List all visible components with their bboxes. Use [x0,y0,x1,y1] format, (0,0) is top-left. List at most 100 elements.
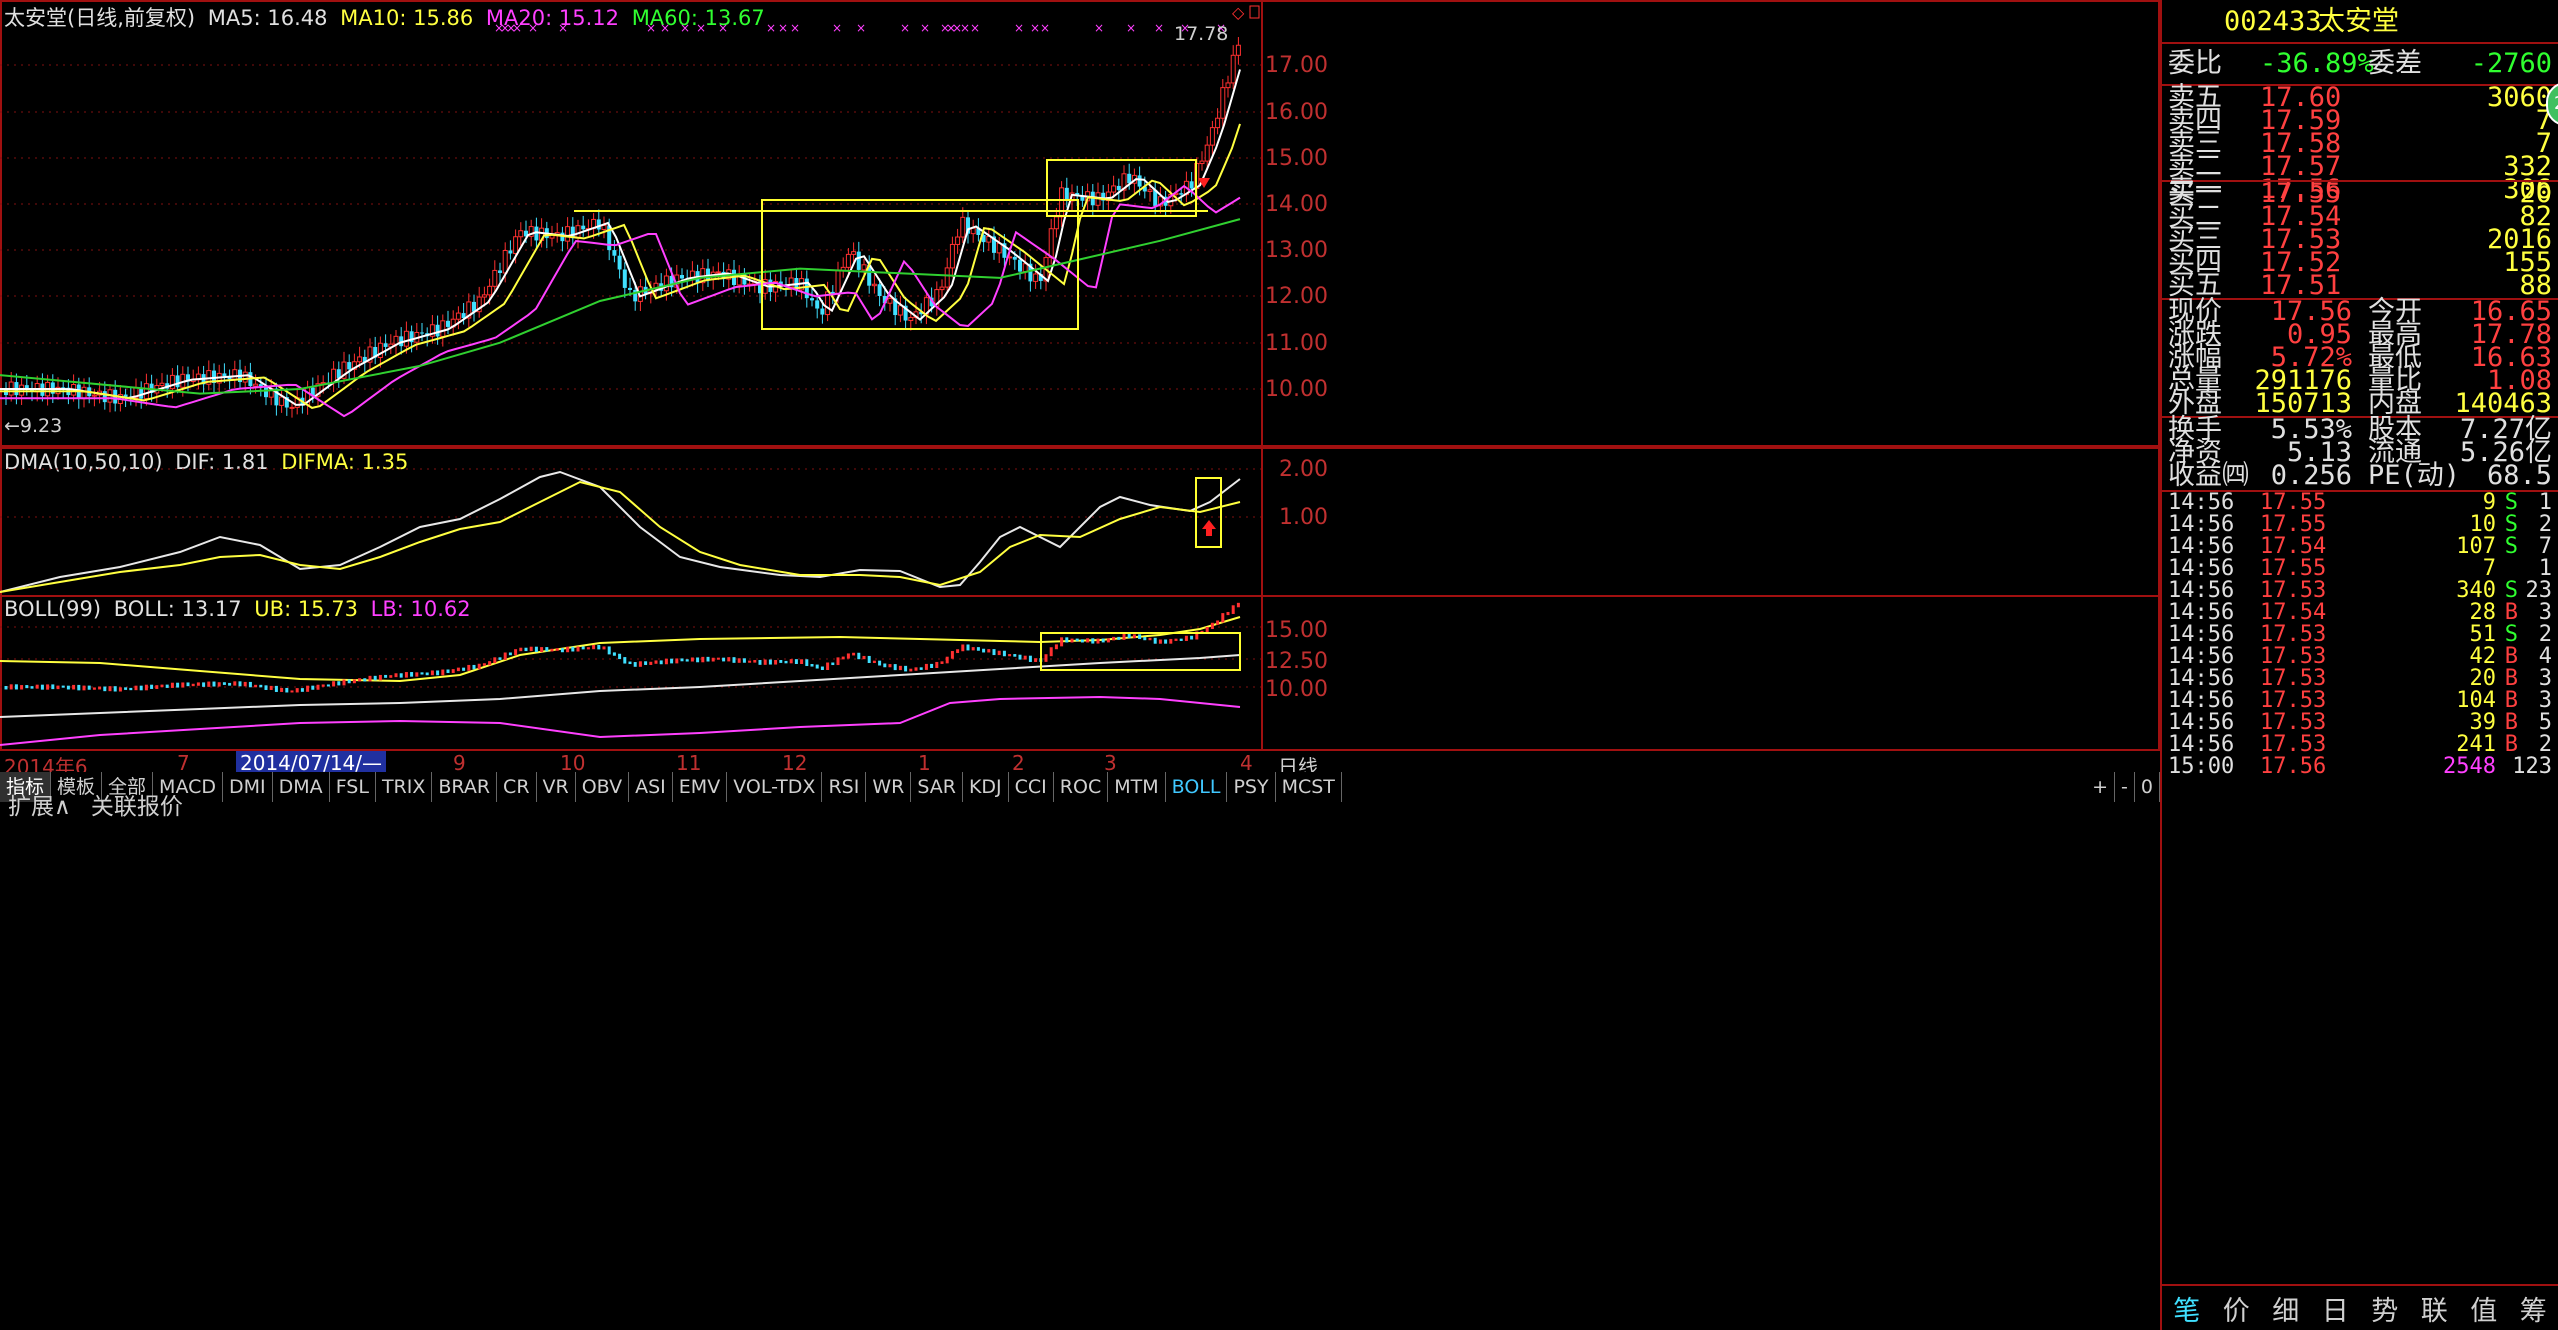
boll-candle [108,686,112,692]
bid-row: 买五 17.51 88 [2168,270,2552,301]
candle-body [502,249,508,274]
ask-row: 卖二 17.57 332 [2168,153,2552,180]
tick-price: 17.53 [2260,710,2327,735]
tab-trend[interactable]: 势 [2371,1289,2398,1328]
boll-candle [274,685,278,692]
boll-lower-band [0,695,1241,746]
signal-x-marker: × [970,21,980,35]
tick-row: 14:56 17.53 104 B 3 [2168,690,2552,712]
expand-button[interactable]: 扩展∧ [8,787,71,821]
candle-body [622,269,627,288]
candle-body [1059,187,1065,218]
candle-body [815,300,820,309]
signal-x-marker: × [512,21,522,35]
boll-candle [139,685,143,691]
candle-body [440,320,446,337]
boll-candle [1106,638,1110,643]
boll-candle [134,685,138,691]
tick-price: 17.54 [2260,600,2327,625]
status-bar: 扩展∧ 关联报价 [0,792,2168,820]
kline-chart[interactable]: ×××× × × × × × × × × × × × × × × ×××× × × × × × × × × × 17.78 ←9… [0,0,2160,447]
tick-volume: 7 [2482,556,2496,581]
boll-candle [202,682,206,687]
tick-time: 14:56 [2168,556,2235,581]
related-quotes-button[interactable]: 关联报价 [91,787,183,821]
signal-x-marker: × [920,21,930,35]
boll-candle [1236,602,1240,608]
stock-code: 002433 [2224,6,2322,37]
tick-side: B [2504,732,2518,757]
candle-body [565,226,571,242]
boll-candle [14,684,18,690]
weibi-row: 委比 -36.89% 委差 -2760 [2168,46,2552,82]
candle-body [887,297,893,304]
tick-volume: 39 [2469,710,2497,735]
boll-candle [462,667,466,671]
boll-candle [1184,635,1188,641]
boll-chart[interactable] [0,595,2160,751]
signal-x-marker: × [1094,21,1104,35]
boll-candle [1158,639,1162,644]
boll-candle [1190,635,1194,640]
tick-row: 14:56 17.53 51 S 2 [2168,624,2552,646]
boll-candle [904,665,908,672]
tab-chips[interactable]: 筹 [2520,1289,2547,1328]
bid-row: 买一 17.55 20 [2168,180,2552,207]
boll-candle [1080,639,1084,643]
boll-candle [592,644,596,650]
bid-volume: 88 [2519,270,2552,301]
tab-daily[interactable]: 日 [2322,1289,2349,1328]
tab-trades[interactable]: 笔 [2173,1289,2200,1328]
boll-candle [628,661,632,665]
tick-count: 4 [2538,644,2552,669]
tick-price: 17.53 [2260,732,2327,757]
boll-candle [1054,644,1058,650]
boll-candle [20,685,24,690]
tab-detail[interactable]: 细 [2272,1289,2299,1328]
tick-volume: 107 [2456,534,2496,559]
candle-body [1064,187,1069,201]
boll-candle [72,684,76,690]
signal-x-marker: × [832,21,842,35]
panel-restore-icon[interactable] [1249,5,1260,19]
candle-body [715,271,721,274]
boll-candle [815,664,819,669]
dma-chart[interactable] [0,447,2160,597]
tick-row: 15:00 17.56 2548 123 [2168,756,2552,778]
boll-candle [1205,627,1209,633]
ask-row: 卖五 17.60 3060 [2168,84,2552,111]
boll-upper-band [0,616,1241,683]
boll-candle [909,668,913,672]
boll-candle [982,648,986,653]
ma5-line [0,69,1241,406]
boll-candle [290,690,294,693]
tick-side: S [2504,578,2518,603]
tick-price: 17.53 [2260,688,2327,713]
boll-candle [342,679,346,686]
bid-row: 买三 17.53 2016 [2168,226,2552,253]
tab-linked[interactable]: 联 [2421,1289,2448,1328]
boll-candle [191,683,195,687]
tick-time: 14:56 [2168,732,2235,757]
boll-candle [56,685,60,690]
boll-candle [805,659,809,667]
tab-value[interactable]: 值 [2470,1289,2497,1328]
boll-candle [633,662,637,667]
boll-candle [987,649,991,653]
tick-side: S [2504,512,2518,537]
tick-time: 14:56 [2168,710,2235,735]
tick-count: 23 [2525,578,2553,603]
boll-candle [893,664,897,671]
tab-price[interactable]: 价 [2223,1289,2250,1328]
tick-side: B [2504,600,2518,625]
boll-candle [924,663,928,670]
candle-body [279,396,285,406]
boll-candle [82,685,86,691]
boll-candle [789,659,793,664]
boll-candle [228,682,232,686]
boll-candle [196,682,200,686]
tick-time: 15:00 [2168,754,2235,779]
boll-candle [207,681,211,687]
boll-candle [685,659,689,662]
boll-candle [1138,634,1142,640]
